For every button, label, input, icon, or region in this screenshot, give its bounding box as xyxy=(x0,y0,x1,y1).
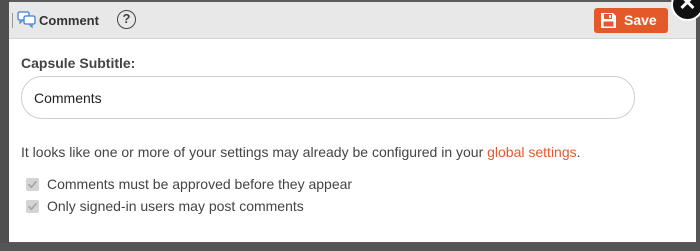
save-button[interactable]: Save xyxy=(594,8,668,33)
signed-in-only-label: Only signed-in users may post comments xyxy=(47,198,304,214)
dialog-title: Comment xyxy=(39,13,99,28)
comment-bubbles-icon xyxy=(17,11,37,29)
capsule-subtitle-label: Capsule Subtitle: xyxy=(21,55,136,71)
help-icon[interactable]: ? xyxy=(117,10,136,29)
page-backdrop-bottom xyxy=(0,243,700,251)
check-icon xyxy=(28,202,37,211)
global-settings-link[interactable]: global settings xyxy=(487,144,577,160)
capsule-subtitle-input[interactable] xyxy=(21,76,635,119)
floppy-disk-icon xyxy=(600,12,617,29)
dialog-titlebar: Comment ? Save xyxy=(9,2,696,39)
notice-text: It looks like one or more of your settin… xyxy=(21,144,488,160)
save-label: Save xyxy=(624,12,657,28)
signed-in-only-checkbox[interactable] xyxy=(26,200,39,213)
check-icon xyxy=(28,180,37,189)
global-settings-notice: It looks like one or more of your settin… xyxy=(21,144,581,160)
require-approval-checkbox[interactable] xyxy=(26,178,39,191)
notice-suffix: . xyxy=(576,144,581,160)
require-approval-label: Comments must be approved before they ap… xyxy=(47,176,353,192)
titlebar-divider xyxy=(12,13,13,28)
page-backdrop-right xyxy=(696,0,700,251)
comment-settings-dialog: Comment ? Save Capsule Subtitle: It look… xyxy=(9,2,696,242)
